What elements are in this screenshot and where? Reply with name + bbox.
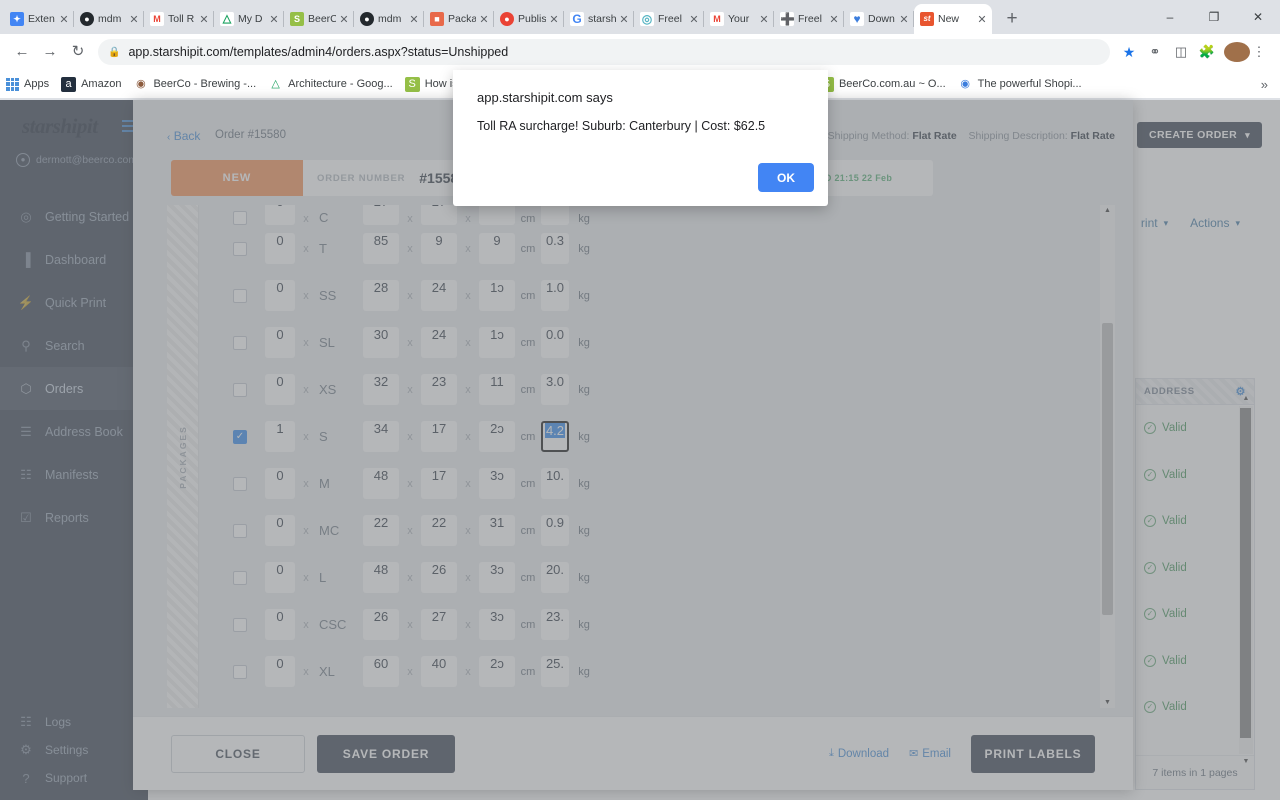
bookmarks-overflow-button[interactable]: » (1261, 77, 1274, 92)
maximize-button[interactable]: ❐ (1192, 10, 1236, 24)
bookmark-label: Apps (24, 78, 50, 90)
close-icon[interactable]: ✕ (478, 13, 490, 26)
bookmark-label: Amazon (81, 78, 122, 90)
nab-icon: ◎ (640, 12, 654, 26)
gmail-icon: M (710, 12, 724, 26)
tab-label: Freel (658, 13, 682, 25)
tab-label: My D (238, 13, 263, 25)
tab-label: BeerC (308, 13, 336, 25)
bookmark-label: The powerful Shopi... (977, 78, 1082, 90)
alert-origin-title: app.starshipit.com says (477, 90, 613, 105)
bookmark-item[interactable]: S BeerCo.com.au ~ O... (818, 76, 946, 92)
browser-tab[interactable]: ■ Packa ✕ (424, 4, 494, 34)
beerco-icon: ◉ (136, 77, 146, 90)
forward-icon[interactable]: → (36, 38, 64, 66)
back-icon[interactable]: ← (8, 38, 36, 66)
tab-label: mdm (98, 13, 122, 25)
google-drive-icon: △ (271, 77, 280, 90)
tab-label: Exten (28, 13, 55, 25)
close-window-button[interactable]: ✕ (1236, 10, 1280, 24)
alert-ok-button[interactable]: OK (758, 163, 814, 192)
bookmark-item[interactable]: a Amazon (61, 76, 122, 92)
window-controls: – ❐ ✕ (1148, 0, 1280, 34)
browser-tab[interactable]: ♥ Down ✕ (844, 4, 914, 34)
extensions-icon[interactable]: 🧩 (1194, 44, 1220, 60)
browser-tab[interactable]: G starsh ✕ (564, 4, 634, 34)
tab-label: mdm (378, 13, 402, 25)
tab-label: starsh (588, 13, 616, 25)
puzzle-icon: ✦ (10, 12, 24, 26)
chrome-icon: ● (500, 12, 514, 26)
close-icon[interactable]: ✕ (408, 13, 420, 26)
bookmark-label: Architecture - Goog... (288, 78, 393, 90)
close-icon[interactable]: ✕ (758, 13, 770, 26)
browser-tab[interactable]: ◎ Freel ✕ (634, 4, 704, 34)
alert-message: Toll RA surcharge! Suburb: Canterbury | … (477, 119, 766, 133)
close-icon[interactable]: ✕ (688, 13, 700, 26)
close-icon[interactable]: ✕ (548, 13, 560, 26)
tab-strip: ✦ Exten ✕ ● mdm ✕ M Toll R ✕ △ My D ✕ S … (0, 0, 1280, 34)
bookmark-item[interactable]: ◉ BeerCo - Brewing -... (133, 77, 256, 92)
address-bar[interactable]: 🔒 app.starshipit.com/templates/admin4/or… (98, 39, 1110, 65)
bookmark-apps[interactable]: Apps (6, 77, 50, 91)
browser-tab[interactable]: △ My D ✕ (214, 4, 284, 34)
browser-tab[interactable]: M Toll R ✕ (144, 4, 214, 34)
tab-label: New (938, 13, 960, 25)
profile-avatar[interactable] (1220, 42, 1250, 62)
new-tab-button[interactable]: + (998, 6, 1026, 34)
tab-label: Your (728, 13, 750, 25)
bookmark-label: BeerCo.com.au ~ O... (838, 78, 946, 90)
tab-label: Freel (798, 13, 822, 25)
heart-icon: ♥ (850, 12, 864, 26)
lock-icon: 🔒 (108, 46, 121, 58)
minimize-button[interactable]: – (1148, 10, 1192, 24)
starshipit-icon: st (920, 12, 934, 26)
apps-grid-icon (6, 77, 19, 91)
reload-icon[interactable]: ↻ (64, 38, 92, 66)
shopify-icon: S (404, 76, 420, 92)
browser-tab[interactable]: ➕ Freel ✕ (774, 4, 844, 34)
browser-tab-active[interactable]: st New ✕ (914, 4, 992, 34)
javascript-alert-dialog: app.starshipit.com says Toll RA surcharg… (453, 70, 828, 206)
github-icon: ● (360, 12, 374, 26)
bookmark-label: BeerCo - Brewing -... (153, 78, 257, 90)
bookmark-item[interactable]: ◉ The powerful Shopi... (958, 77, 1082, 92)
browser-tab[interactable]: ● mdm ✕ (354, 4, 424, 34)
close-icon[interactable]: ✕ (976, 13, 988, 26)
browser-tab[interactable]: M Your ✕ (704, 4, 774, 34)
shopify-plus-icon: ◉ (960, 77, 970, 90)
url-text: app.starshipit.com/templates/admin4/orde… (128, 45, 509, 59)
amazon-icon: a (61, 76, 77, 92)
tab-label: Down (868, 13, 895, 25)
github-icon: ● (80, 12, 94, 26)
close-icon[interactable]: ✕ (268, 13, 280, 26)
browser-tab[interactable]: S BeerC ✕ (284, 4, 354, 34)
close-icon[interactable]: ✕ (198, 13, 210, 26)
toolbar-icons: ★ ⚭ ◫ 🧩 ⋮ (1116, 42, 1272, 62)
tab-label: Toll R (168, 13, 195, 25)
close-icon[interactable]: ✕ (128, 13, 140, 26)
close-icon[interactable]: ✕ (338, 13, 350, 26)
chrome-doc-icon: ■ (430, 12, 444, 26)
tab-label: Packa (448, 13, 476, 25)
tab-label: Publis (518, 13, 546, 25)
shopify-icon: S (290, 12, 304, 26)
close-icon[interactable]: ✕ (618, 13, 630, 26)
browser-tab[interactable]: ● Publis ✕ (494, 4, 564, 34)
gmail-icon: M (150, 12, 164, 26)
close-icon[interactable]: ✕ (58, 13, 70, 26)
browser-tab[interactable]: ● mdm ✕ (74, 4, 144, 34)
google-icon: G (570, 12, 584, 26)
close-icon[interactable]: ✕ (828, 13, 840, 26)
close-icon[interactable]: ✕ (898, 13, 910, 26)
menu-icon[interactable]: ⋮ (1246, 44, 1272, 60)
google-drive-icon: △ (220, 12, 234, 26)
star-icon[interactable]: ★ (1116, 44, 1142, 61)
share-icon[interactable]: ⚭ (1142, 44, 1168, 60)
browser-toolbar: ← → ↻ 🔒 app.starshipit.com/templates/adm… (0, 34, 1280, 70)
browser-tab[interactable]: ✦ Exten ✕ (4, 4, 74, 34)
reading-list-icon[interactable]: ◫ (1168, 44, 1194, 60)
globe-icon: ➕ (780, 12, 794, 26)
bookmark-item[interactable]: △ Architecture - Goog... (268, 77, 393, 92)
